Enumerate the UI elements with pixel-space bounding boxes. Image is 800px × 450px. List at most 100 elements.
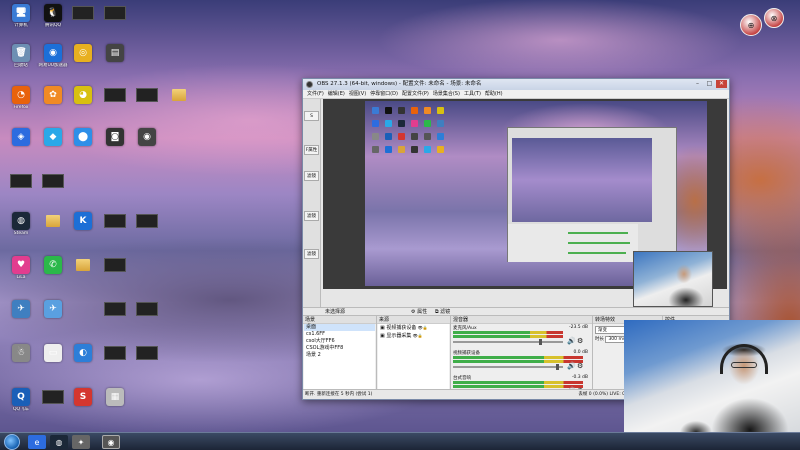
speaker-icon[interactable]: 🔊: [567, 337, 576, 345]
side-toolbar-button[interactable]: S: [304, 111, 319, 121]
desktop-icon[interactable]: [4, 172, 38, 208]
scenes-list: 桌面 cs1.6FF csol大厅FF6 CSOL游戏中FF8 场景 2: [304, 324, 375, 389]
desktop-icon[interactable]: ◉: [130, 128, 164, 164]
gear-icon[interactable]: ⚙: [577, 362, 583, 370]
menu-item[interactable]: 视图(V): [349, 90, 366, 98]
volume-slider-knob[interactable]: [555, 364, 559, 370]
side-toolbar-button[interactable]: 滤镜: [304, 249, 319, 259]
desktop-icon[interactable]: [98, 344, 132, 380]
menu-item[interactable]: 文件(F): [307, 90, 324, 98]
menu-item[interactable]: 编辑(E): [328, 90, 345, 98]
desktop-icon[interactable]: [36, 388, 70, 424]
desktop-icon[interactable]: ◎: [66, 44, 100, 80]
cs-taskbar-icon[interactable]: ✦: [72, 435, 90, 449]
scene-item[interactable]: csol大厅FF6: [304, 338, 375, 345]
app-icon: 🗑: [12, 44, 30, 62]
desktop-icon[interactable]: ✆: [36, 256, 70, 292]
obs-title-bar[interactable]: OBS 27.1.3 (64-bit, windows) - 配置文件: 未命名…: [303, 79, 729, 90]
desktop-icon[interactable]: S: [66, 388, 100, 424]
top-right-app-icon-2[interactable]: ⊗: [764, 8, 784, 28]
desktop-icon[interactable]: ◈: [4, 128, 38, 164]
desktop-icon[interactable]: ♥ LiLa: [4, 256, 38, 292]
desktop-icon[interactable]: 🐧 腾讯QQ: [36, 4, 70, 40]
maximize-button[interactable]: □: [704, 80, 715, 88]
desktop-icon[interactable]: 🗑 回收站: [4, 44, 38, 80]
scenes-header: 场景: [303, 316, 376, 324]
volume-slider[interactable]: [453, 341, 563, 343]
app-icon: ▤: [106, 44, 124, 62]
side-toolbar-button[interactable]: 滤镜: [304, 171, 319, 181]
glasses-shape: [731, 362, 757, 368]
desktop-icon[interactable]: ✿: [36, 86, 70, 122]
video-thumbnail-icon: [10, 174, 32, 188]
desktop-icon[interactable]: [98, 300, 132, 336]
gear-icon[interactable]: ⚙: [577, 337, 583, 345]
scene-item[interactable]: 桌面: [304, 324, 375, 331]
preview-mini-icon: [385, 146, 392, 153]
properties-button[interactable]: ⚙ 属性: [411, 308, 427, 316]
source-item[interactable]: ▣ 视频捕获设备 👁🔒: [378, 324, 449, 332]
menu-item[interactable]: 配置文件(P): [402, 90, 429, 98]
desktop-icon[interactable]: 🖥 计算机: [4, 4, 38, 40]
desktop-icon[interactable]: [98, 212, 132, 248]
desktop-icon[interactable]: ◕: [66, 86, 100, 122]
scene-item[interactable]: CSOL游戏中FF8: [304, 345, 375, 352]
desktop-icon[interactable]: ◔ Firefox: [4, 86, 38, 122]
level-meter: [453, 381, 584, 384]
obs-taskbar-icon[interactable]: ◉: [102, 435, 120, 449]
filters-button[interactable]: ⧉ 滤镜: [435, 308, 450, 316]
side-toolbar-button[interactable]: 滤镜: [304, 211, 319, 221]
ie-taskbar-icon[interactable]: e: [28, 435, 46, 449]
visibility-lock-icon[interactable]: 👁🔒: [411, 333, 423, 338]
menu-item[interactable]: 帮助(H): [485, 90, 503, 98]
desktop-icon[interactable]: [66, 256, 100, 292]
preview-mini-icon: [424, 133, 431, 140]
volume-slider[interactable]: [453, 366, 563, 368]
desktop-icon[interactable]: [130, 300, 164, 336]
desktop-icon[interactable]: ✈: [4, 300, 38, 336]
scene-item[interactable]: cs1.6FF: [304, 331, 375, 338]
desktop-icon[interactable]: ⬤: [66, 128, 100, 164]
desktop-icon-label: QQ飞车: [12, 407, 30, 412]
steam-taskbar-icon[interactable]: ◍: [50, 435, 68, 449]
speaker-icon[interactable]: 🔊: [567, 362, 576, 370]
app-icon: ◈: [12, 128, 30, 146]
menu-item[interactable]: 场景集合(S): [433, 90, 460, 98]
desktop-icon[interactable]: [36, 172, 70, 208]
volume-slider-knob[interactable]: [539, 339, 543, 345]
scene-item[interactable]: 场景 2: [304, 352, 375, 359]
desktop-icon[interactable]: ◆: [36, 128, 70, 164]
menu-item[interactable]: 工具(T): [464, 90, 481, 98]
source-item[interactable]: ▣ 显示器采集 👁🔒: [378, 332, 449, 340]
desktop-icon[interactable]: ◍ Steam: [4, 212, 38, 248]
side-toolbar-button[interactable]: F属性: [304, 145, 319, 155]
desktop-icon[interactable]: ▭: [36, 344, 70, 380]
preview-mini-icon: [385, 107, 392, 114]
desktop-icon[interactable]: ✈: [36, 300, 70, 336]
desktop-icon[interactable]: [130, 344, 164, 380]
desktop-icon[interactable]: [130, 212, 164, 248]
desktop-icon[interactable]: [162, 86, 196, 122]
desktop-icon[interactable]: ◐: [66, 344, 100, 380]
desktop-icon[interactable]: [66, 4, 100, 40]
start-button[interactable]: [4, 434, 20, 450]
desktop-icon[interactable]: [98, 86, 132, 122]
desktop-icon[interactable]: ☃: [4, 344, 38, 380]
desktop-icon[interactable]: ▤: [98, 44, 132, 80]
visibility-lock-icon[interactable]: 👁🔒: [416, 325, 428, 330]
desktop-icon[interactable]: Q QQ飞车: [4, 388, 38, 424]
desktop-icon[interactable]: [98, 4, 132, 40]
desktop-icon[interactable]: [130, 86, 164, 122]
top-right-app-icon[interactable]: ⊕: [740, 14, 762, 36]
menu-item[interactable]: 停靠窗口(D): [370, 90, 398, 98]
level-meter: [453, 331, 563, 334]
desktop-icon[interactable]: ◉ 网易UU加速器: [36, 44, 70, 80]
desktop-icon[interactable]: K: [66, 212, 100, 248]
desktop-icon[interactable]: [36, 212, 70, 248]
desktop-icon[interactable]: [98, 256, 132, 292]
desktop-icon[interactable]: ◙: [98, 128, 132, 164]
obs-preview[interactable]: [323, 99, 727, 307]
desktop-icon[interactable]: ▦: [98, 388, 132, 424]
minimize-button[interactable]: –: [692, 80, 703, 88]
close-button[interactable]: ✕: [716, 80, 727, 88]
